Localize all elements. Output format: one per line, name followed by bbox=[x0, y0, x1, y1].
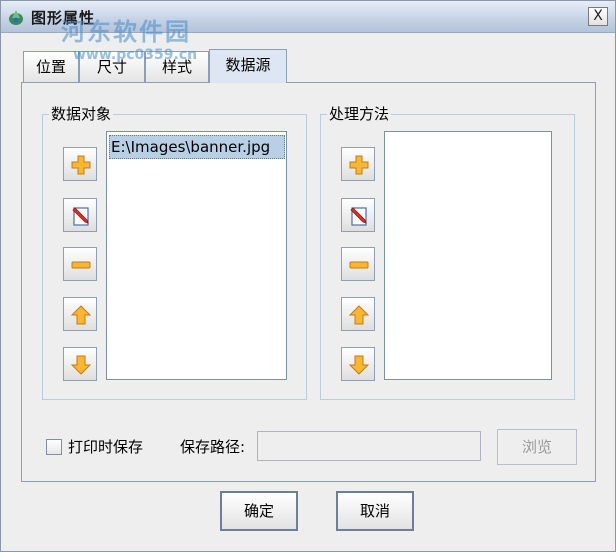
minus-icon bbox=[349, 261, 369, 269]
cancel-label: 取消 bbox=[359, 502, 390, 520]
move-down-process-button[interactable] bbox=[341, 347, 375, 381]
tab-data-source[interactable]: 数据源 bbox=[209, 49, 287, 83]
remove-data-button[interactable] bbox=[63, 247, 97, 281]
minus-icon bbox=[71, 261, 91, 269]
processing-group: 处理方法 bbox=[320, 104, 575, 400]
browse-button[interactable]: 浏览 bbox=[497, 429, 577, 465]
move-down-data-button[interactable] bbox=[63, 347, 97, 381]
data-objects-list[interactable]: E:\Images\banner.jpg bbox=[106, 131, 287, 380]
ok-button[interactable]: 确定 bbox=[220, 491, 298, 531]
arrow-down-icon bbox=[348, 355, 370, 375]
arrow-up-icon bbox=[348, 305, 370, 325]
ok-label: 确定 bbox=[243, 502, 274, 520]
processing-title: 处理方法 bbox=[327, 104, 392, 124]
close-icon: X bbox=[593, 8, 603, 24]
close-button[interactable]: X bbox=[588, 7, 608, 26]
browse-label: 浏览 bbox=[521, 438, 552, 456]
save-path-label: 保存路径: bbox=[180, 438, 246, 456]
arrow-up-icon bbox=[70, 305, 92, 325]
watermark-text: 河东软件园 bbox=[61, 18, 191, 46]
processing-list[interactable] bbox=[384, 131, 552, 380]
move-up-data-button[interactable] bbox=[63, 297, 97, 331]
dialog-window: 图形属性 河东软件园 X www.pc0359.cn 位置 尺寸 样式 数据源 … bbox=[0, 0, 616, 552]
edit-icon bbox=[350, 207, 367, 226]
plus-icon bbox=[349, 155, 369, 175]
data-objects-title: 数据对象 bbox=[49, 104, 114, 124]
plus-icon bbox=[71, 155, 91, 175]
title-bar[interactable]: 图形属性 河东软件园 X bbox=[1, 1, 615, 46]
watermark-url: www.pc0359.cn bbox=[73, 47, 198, 63]
edit-data-button[interactable] bbox=[63, 198, 97, 232]
save-on-print-checkbox[interactable] bbox=[46, 439, 62, 455]
tab-label: 位置 bbox=[35, 58, 66, 76]
save-on-print-label: 打印时保存 bbox=[68, 438, 144, 456]
tab-position[interactable]: 位置 bbox=[23, 51, 79, 82]
remove-process-button[interactable] bbox=[341, 247, 375, 281]
add-process-button[interactable] bbox=[341, 147, 375, 181]
edit-process-button[interactable] bbox=[341, 198, 375, 232]
cancel-button[interactable]: 取消 bbox=[336, 491, 414, 531]
move-up-process-button[interactable] bbox=[341, 297, 375, 331]
arrow-down-icon bbox=[70, 355, 92, 375]
edit-icon bbox=[72, 207, 89, 226]
app-icon bbox=[9, 10, 23, 25]
tab-label: 数据源 bbox=[225, 56, 271, 74]
data-source-panel: 数据对象 E:\Images\banner.jpg 处理方法 打印时保存 保存路… bbox=[21, 82, 596, 482]
save-path-input[interactable] bbox=[257, 431, 481, 461]
add-data-button[interactable] bbox=[63, 147, 97, 181]
list-item[interactable]: E:\Images\banner.jpg bbox=[109, 135, 285, 159]
data-objects-group: 数据对象 E:\Images\banner.jpg bbox=[42, 104, 307, 400]
